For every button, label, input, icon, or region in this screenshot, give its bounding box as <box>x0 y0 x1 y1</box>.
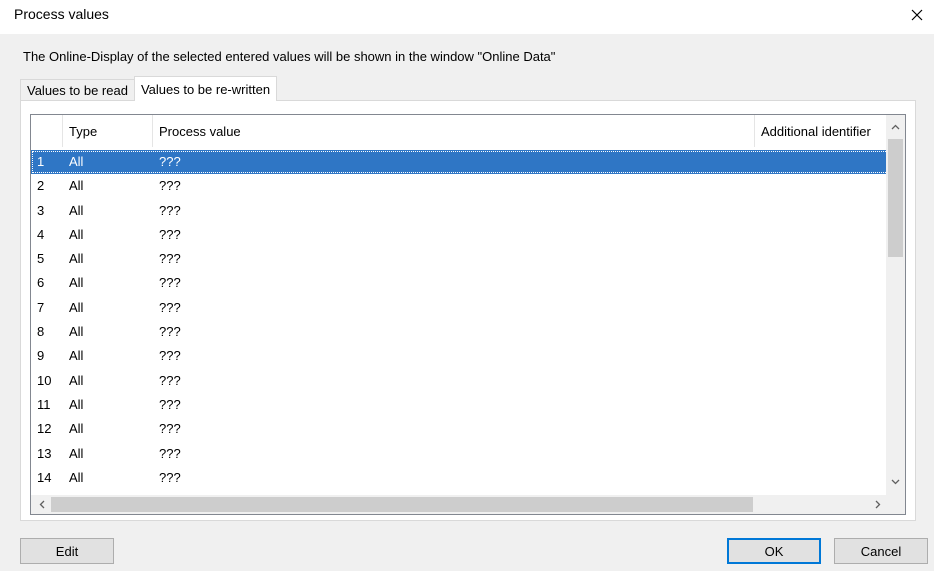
scroll-right-button[interactable] <box>869 496 886 513</box>
scroll-left-button[interactable] <box>33 496 50 513</box>
row-number: 5 <box>37 251 45 267</box>
column-header-number[interactable] <box>31 115 63 147</box>
info-text: The Online-Display of the selected enter… <box>23 49 556 64</box>
process-values-table[interactable]: Type Process value Additional identifier… <box>30 114 906 515</box>
row-type: All <box>69 421 84 437</box>
column-header-process-value[interactable]: Process value <box>153 115 755 147</box>
row-type: All <box>69 202 84 218</box>
row-number: 4 <box>37 226 45 242</box>
row-process-value: ??? <box>159 348 181 364</box>
row-number: 14 <box>37 469 52 485</box>
row-number: 11 <box>37 396 51 412</box>
row-type: All <box>69 396 84 412</box>
close-icon <box>911 9 923 21</box>
table-row[interactable]: 5 All??? <box>31 247 897 271</box>
row-type: All <box>69 469 84 485</box>
column-header-additional-identifier[interactable]: Additional identifier <box>755 115 887 147</box>
row-process-value: ??? <box>159 154 181 169</box>
chevron-up-icon <box>891 124 900 129</box>
table-row[interactable]: 11 All??? <box>31 393 897 417</box>
row-number: 8 <box>37 324 45 340</box>
chevron-down-icon <box>891 479 900 484</box>
horizontal-scrollbar[interactable] <box>31 495 905 514</box>
scroll-down-button[interactable] <box>887 473 904 490</box>
horizontal-scroll-thumb[interactable] <box>51 497 753 512</box>
row-number: 12 <box>37 421 52 437</box>
row-type: All <box>69 372 84 388</box>
row-process-value: ??? <box>159 275 181 291</box>
row-type: All <box>69 154 84 169</box>
row-process-value: ??? <box>159 299 181 315</box>
table-row[interactable]: 6 All??? <box>31 271 897 295</box>
table-row[interactable]: 7 All??? <box>31 296 897 320</box>
column-header-type[interactable]: Type <box>63 115 153 147</box>
row-number: 9 <box>37 348 45 364</box>
tab-values-to-be-read[interactable]: Values to be read <box>20 79 135 101</box>
ok-button[interactable]: OK <box>727 538 821 564</box>
row-process-value: ??? <box>159 226 181 242</box>
window-title: Process values <box>14 6 109 22</box>
row-number: 1 <box>37 154 45 169</box>
row-number: 13 <box>37 445 52 461</box>
chevron-left-icon <box>39 500 44 509</box>
row-process-value: ??? <box>159 178 181 194</box>
table-row[interactable]: 14 All??? <box>31 466 897 490</box>
row-process-value: ??? <box>159 372 181 388</box>
row-number: 6 <box>37 275 45 291</box>
row-type: All <box>69 445 84 461</box>
table-row[interactable]: 12 All??? <box>31 417 897 441</box>
table-header: Type Process value Additional identifier <box>31 115 905 147</box>
chevron-right-icon <box>875 500 880 509</box>
row-type: All <box>69 226 84 242</box>
table-row[interactable]: 9 All??? <box>31 344 897 368</box>
vertical-scrollbar[interactable] <box>886 115 905 495</box>
table-row[interactable]: 8 All??? <box>31 320 897 344</box>
tab-panel: Type Process value Additional identifier… <box>20 100 916 521</box>
row-type: All <box>69 348 84 364</box>
row-type: All <box>69 275 84 291</box>
row-type: All <box>69 299 84 315</box>
table-row[interactable]: 2 All??? <box>31 174 897 198</box>
row-process-value: ??? <box>159 324 181 340</box>
row-number: 7 <box>37 299 45 315</box>
dialog-body: The Online-Display of the selected enter… <box>0 34 934 571</box>
vertical-scroll-thumb[interactable] <box>888 139 903 257</box>
row-type: All <box>69 324 84 340</box>
row-process-value: ??? <box>159 202 181 218</box>
row-number: 3 <box>37 202 45 218</box>
table-row[interactable]: 10 All??? <box>31 369 897 393</box>
table-row[interactable]: 3 All??? <box>31 199 897 223</box>
table-body: 1 All??? 2 All??? 3 All??? 4 All??? 5 All??? 6 All?… <box>31 150 897 490</box>
row-process-value: ??? <box>159 251 181 267</box>
cancel-button[interactable]: Cancel <box>834 538 928 564</box>
row-type: All <box>69 251 84 267</box>
row-process-value: ??? <box>159 445 181 461</box>
row-process-value: ??? <box>159 396 181 412</box>
row-number: 2 <box>37 178 45 194</box>
row-number: 10 <box>37 372 52 388</box>
tab-values-to-be-rewritten[interactable]: Values to be re-written <box>133 76 278 101</box>
row-type: All <box>69 178 84 194</box>
edit-button[interactable]: Edit <box>20 538 114 564</box>
tab-strip: Values to be read Values to be re-writte… <box>20 76 278 101</box>
row-process-value: ??? <box>159 421 181 437</box>
scroll-up-button[interactable] <box>887 118 904 135</box>
table-row[interactable]: 4 All??? <box>31 223 897 247</box>
title-bar: Process values <box>0 0 934 34</box>
row-process-value: ??? <box>159 469 181 485</box>
table-row[interactable]: 1 All??? <box>31 150 897 175</box>
table-row[interactable]: 13 All??? <box>31 442 897 466</box>
close-button[interactable] <box>900 0 934 30</box>
